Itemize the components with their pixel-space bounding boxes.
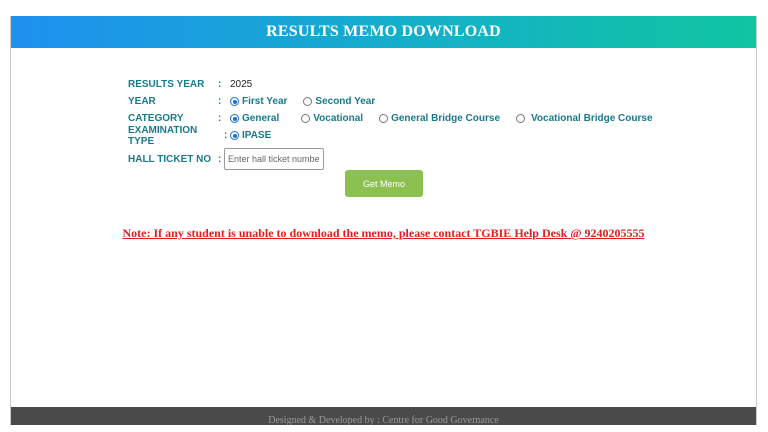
- help-desk-note: Note: If any student is unable to downlo…: [122, 226, 645, 240]
- colon: :: [218, 96, 222, 107]
- hall-ticket-label: HALL TICKET NO: [128, 153, 212, 165]
- radio-selected-icon[interactable]: [230, 131, 239, 140]
- option-label: Second Year: [315, 96, 376, 107]
- get-memo-button[interactable]: Get Memo: [345, 170, 423, 197]
- option-label: General: [242, 113, 280, 124]
- option-label: General Bridge Course: [391, 113, 500, 124]
- hall-ticket-input[interactable]: [224, 148, 324, 170]
- category-option-general-bridge-course[interactable]: General Bridge Course: [379, 113, 500, 124]
- page-header: RESULTS MEMO DOWNLOAD: [11, 16, 756, 48]
- footer-credit: Designed & Developed by : Centre for Goo…: [268, 415, 499, 425]
- page-footer: Designed & Developed by : Centre for Goo…: [11, 407, 756, 425]
- exam-type-row: EXAMINATION TYPE : IPASE: [128, 124, 669, 147]
- category-option-vocational-bridge-course[interactable]: Vocational Bridge Course: [516, 113, 653, 124]
- year-option-first-year[interactable]: First Year: [230, 96, 287, 107]
- results-form: RESULTS YEAR : 2025 YEAR : First Year Se…: [128, 76, 669, 171]
- year-row: YEAR : First Year Second Year: [128, 93, 669, 110]
- option-label: IPASE: [242, 130, 272, 141]
- exam-type-label: EXAMINATION TYPE: [128, 124, 198, 147]
- radio-selected-icon[interactable]: [230, 114, 239, 123]
- colon: :: [218, 113, 222, 124]
- results-year-row: RESULTS YEAR : 2025: [128, 76, 669, 93]
- category-label: CATEGORY: [128, 113, 184, 124]
- option-label: Vocational Bridge Course: [531, 113, 653, 124]
- results-year-value: 2025: [230, 79, 253, 90]
- exam-type-option-ipase[interactable]: IPASE: [230, 130, 271, 141]
- radio-unselected-icon[interactable]: [301, 114, 311, 123]
- page-title: RESULTS MEMO DOWNLOAD: [266, 23, 501, 40]
- year-option-second-year[interactable]: Second Year: [303, 96, 375, 107]
- year-label: YEAR: [128, 96, 156, 107]
- category-option-general[interactable]: General: [230, 113, 279, 124]
- option-label: First Year: [242, 96, 288, 107]
- radio-unselected-icon[interactable]: [516, 114, 525, 123]
- colon: :: [218, 79, 222, 90]
- category-option-vocational[interactable]: Vocational: [301, 113, 363, 124]
- option-label: Vocational: [313, 113, 364, 124]
- page-frame: RESULTS MEMO DOWNLOAD RESULTS YEAR : 202…: [10, 16, 757, 425]
- hall-ticket-row: HALL TICKET NO :: [128, 147, 669, 171]
- radio-unselected-icon[interactable]: [379, 114, 389, 123]
- radio-selected-icon[interactable]: [230, 97, 239, 106]
- results-year-label: RESULTS YEAR: [128, 79, 205, 90]
- radio-unselected-icon[interactable]: [303, 97, 313, 106]
